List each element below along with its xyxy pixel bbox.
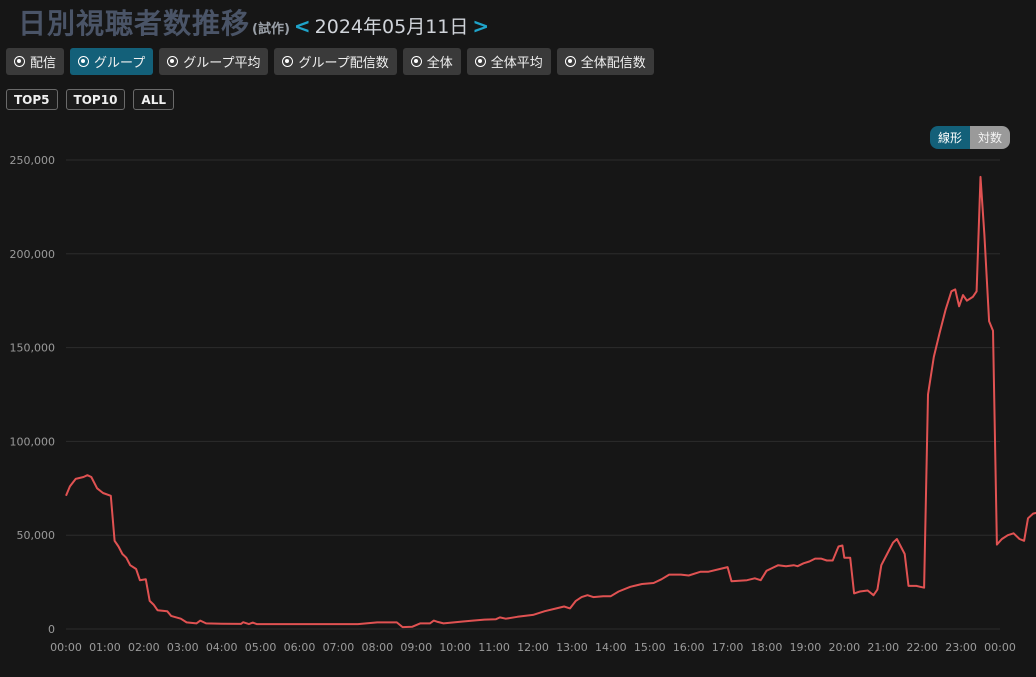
x-tick-label: 17:00 (712, 641, 744, 654)
y-axis: 0 50,000 100,000 150,000 200,000 250,000 (10, 154, 56, 636)
x-tick-label: 12:00 (517, 641, 549, 654)
series-line (65, 175, 1036, 629)
x-tick-label: 08:00 (361, 641, 393, 654)
x-tick-label: 11:00 (478, 641, 510, 654)
x-tick-label: 15:00 (634, 641, 666, 654)
x-tick-label: 13:00 (556, 641, 588, 654)
x-tick-label: 05:00 (245, 641, 277, 654)
x-tick-label: 20:00 (828, 641, 860, 654)
x-tick-label: 04:00 (206, 641, 238, 654)
x-tick-label: 22:00 (906, 641, 938, 654)
chart-grid (66, 159, 1000, 630)
chart-series (65, 175, 1036, 629)
x-tick-label: 10:00 (439, 641, 471, 654)
y-tick-label: 100,000 (10, 435, 56, 448)
y-tick-label: 150,000 (10, 342, 56, 355)
x-tick-label: 19:00 (790, 641, 822, 654)
x-tick-label: 02:00 (128, 641, 160, 654)
x-tick-label: 00:00 (984, 641, 1016, 654)
x-tick-label: 23:00 (945, 641, 977, 654)
x-tick-label: 16:00 (673, 641, 705, 654)
y-tick-label: 250,000 (10, 154, 56, 167)
x-tick-label: 18:00 (751, 641, 783, 654)
line-chart: 0 50,000 100,000 150,000 200,000 250,000 00:0… (10, 154, 1036, 654)
x-tick-label: 14:00 (595, 641, 627, 654)
y-tick-label: 50,000 (17, 529, 56, 542)
x-tick-label: 21:00 (867, 641, 899, 654)
x-tick-label: 09:00 (400, 641, 432, 654)
x-axis: 00:00 01:00 02:00 03:00 04:00 05:00 06:00 07:00… (50, 641, 1016, 654)
y-tick-label: 0 (48, 623, 55, 636)
x-tick-label: 00:00 (50, 641, 82, 654)
x-tick-label: 03:00 (167, 641, 199, 654)
x-tick-label: 01:00 (89, 641, 121, 654)
x-tick-label: 06:00 (284, 641, 316, 654)
x-tick-label: 07:00 (323, 641, 355, 654)
y-tick-label: 200,000 (10, 248, 56, 261)
